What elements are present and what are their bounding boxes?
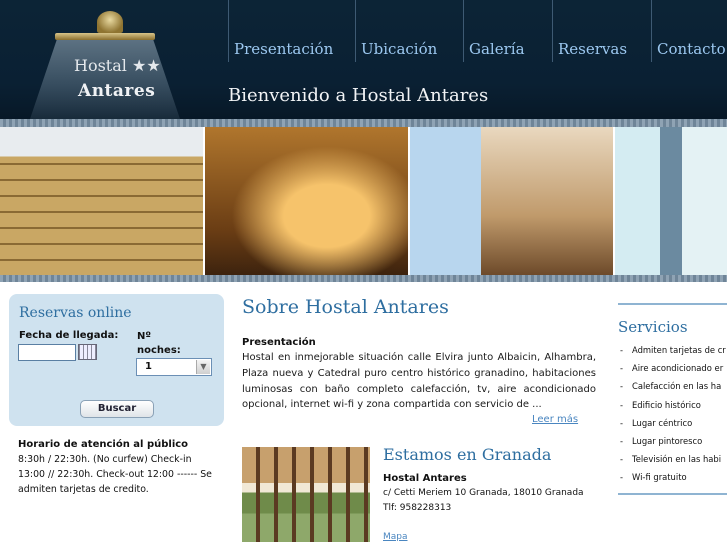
hostel-address: c/ Cetti Meriem 10 Granada, 18010 Granad… — [383, 488, 584, 498]
map-link[interactable]: Mapa — [383, 532, 408, 542]
service-item: Wi-fi gratuito — [620, 468, 727, 486]
nav-presentacion[interactable]: Presentación — [228, 0, 355, 62]
arrival-date-label: Fecha de llegada: — [19, 330, 119, 341]
arrival-date-input[interactable] — [18, 344, 76, 361]
service-item: Edificio histórico — [620, 396, 727, 414]
services-divider-top — [618, 303, 727, 305]
nav-reservas[interactable]: Reservas — [552, 0, 651, 62]
service-item: Lugar céntrico — [620, 414, 727, 432]
about-subtitle: Presentación — [242, 337, 316, 348]
service-item: Calefacción en las ha — [620, 377, 727, 395]
nav-ubicacion[interactable]: Ubicación — [355, 0, 463, 62]
opening-hours-text: 8:30h / 22:30h. (No curfew) Check-in 13:… — [18, 454, 212, 495]
service-item: Admiten tarjetas de cr — [620, 341, 727, 359]
hostel-phone: Tlf: 958228313 — [383, 503, 452, 513]
logo-lamp-bar — [55, 33, 155, 40]
about-title: Sobre Hostal Antares — [242, 296, 449, 318]
service-item: Televisión en las habi — [620, 450, 727, 468]
booking-panel: Reservas online Fecha de llegada: Nº noc… — [9, 294, 224, 426]
services-divider-bottom — [618, 493, 727, 495]
chevron-down-icon[interactable]: ▼ — [196, 360, 210, 374]
photo-bedroom — [205, 127, 410, 275]
nights-value: 1 — [145, 361, 152, 372]
photo-facade — [0, 127, 205, 275]
about-body: Hostal en inmejorable situación calle El… — [242, 352, 596, 411]
search-button[interactable]: Buscar — [80, 400, 154, 418]
services-list: Admiten tarjetas de cr Aire acondicionad… — [620, 341, 727, 487]
opening-hours-title: Horario de atención al público — [18, 439, 189, 450]
main-nav: Presentación Ubicación Galería Reservas … — [228, 0, 727, 62]
logo-brand: Antares — [78, 81, 156, 101]
granada-title: Estamos en Granada — [383, 445, 552, 464]
calendar-icon[interactable] — [78, 344, 97, 360]
photo-strip — [0, 127, 727, 275]
photo-hallway — [410, 127, 615, 275]
opening-hours: Horario de atención al público 8:30h / 2… — [18, 437, 214, 497]
nav-contacto[interactable]: Contacto — [651, 0, 727, 62]
service-item: Lugar pintoresco — [620, 432, 727, 450]
welcome-heading: Bienvenido a Hostal Antares — [228, 85, 489, 106]
nights-select[interactable]: 1 ▼ — [136, 358, 212, 376]
nights-label: Nº noches: — [137, 331, 181, 356]
logo-name: Hostal ★★ — [74, 56, 161, 75]
photo-room — [615, 127, 727, 275]
services-title: Servicios — [618, 318, 688, 336]
site-header: Hostal ★★ Antares Presentación Ubicación… — [0, 0, 727, 119]
nav-galeria[interactable]: Galería — [463, 0, 552, 62]
service-item: Aire acondicionado er — [620, 359, 727, 377]
hostel-name: Hostal Antares — [383, 473, 467, 484]
booking-title: Reservas online — [19, 305, 132, 321]
read-more-link[interactable]: Leer más — [532, 414, 578, 425]
granada-photo — [242, 447, 370, 542]
logo-lamp-icon — [97, 11, 123, 33]
